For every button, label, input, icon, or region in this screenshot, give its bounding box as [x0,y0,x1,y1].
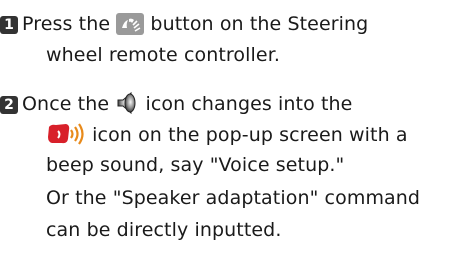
step2-text-part2: icon changes into the [145,93,353,115]
step2-line5: can be directly inputted. [46,219,282,241]
speaker-icon [115,91,139,121]
step1-text-part1: Press the [22,13,111,35]
step2-line3: beep sound, say "Voice setup." [46,154,345,176]
voice-talk-icon [46,122,86,152]
step2-line4: Or the "Speaker adaptation" command [46,187,421,209]
voice-recognition-button-icon [116,13,145,41]
step2-line1: 2 Once the icon changes into the [0,91,352,121]
step1-text-part2: button on the Steering [150,13,369,35]
step2-line2: icon on the pop-up screen with a [46,122,408,152]
step1-number-badge: 1 [0,16,18,34]
step2-text-part1: Once the [22,93,110,115]
step1-line1: 1 Press the button on the Steering [0,12,368,41]
step2-text-line2: icon on the pop-up screen with a [92,124,408,146]
step1-line2: wheel remote controller. [46,44,281,66]
step2-number-badge: 2 [0,96,18,114]
